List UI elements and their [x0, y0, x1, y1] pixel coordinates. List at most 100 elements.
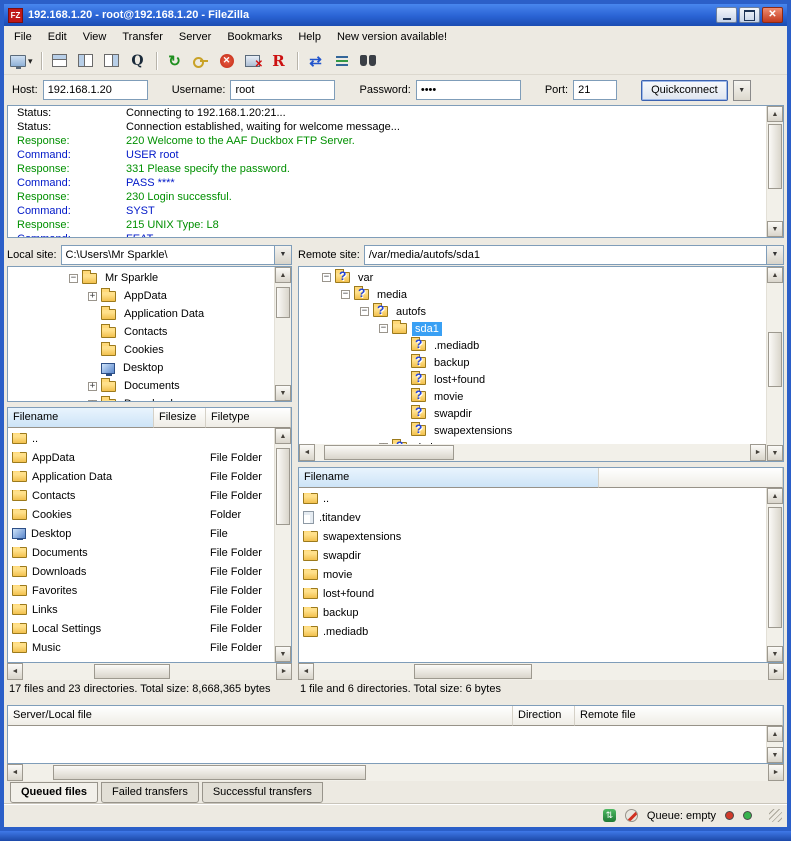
expand-icon[interactable]: [88, 382, 97, 391]
file-row[interactable]: MusicFile Folder: [8, 638, 274, 657]
file-row[interactable]: FavoritesFile Folder: [8, 581, 274, 600]
column-header-server-local-file[interactable]: Server/Local file: [8, 706, 513, 726]
remote-list-horizontal-scrollbar[interactable]: [298, 663, 784, 680]
tree-item[interactable]: Downloads: [8, 395, 274, 401]
username-input[interactable]: [230, 80, 335, 100]
find-files-button[interactable]: [356, 50, 380, 72]
scrollbar-track[interactable]: [275, 283, 291, 385]
column-header-direction[interactable]: Direction: [513, 706, 575, 726]
scroll-up-button[interactable]: [275, 428, 291, 444]
tree-item[interactable]: swapextensions: [299, 422, 766, 439]
file-row[interactable]: .titandev: [299, 508, 766, 527]
synchronized-browsing-button[interactable]: [330, 50, 354, 72]
file-row[interactable]: DownloadsFile Folder: [8, 562, 274, 581]
port-input[interactable]: [573, 80, 617, 100]
combo-dropdown-icon[interactable]: [274, 246, 291, 264]
expand-icon[interactable]: [88, 292, 97, 301]
remote-tree-vertical-scrollbar[interactable]: [766, 267, 783, 461]
scroll-down-button[interactable]: [767, 445, 783, 461]
menu-server[interactable]: Server: [171, 28, 219, 46]
scrollbar-track[interactable]: [23, 663, 276, 680]
tree-item[interactable]: swapdir: [299, 405, 766, 422]
collapse-icon[interactable]: [322, 273, 331, 282]
quickconnect-button[interactable]: Quickconnect: [641, 80, 728, 101]
log-vertical-scrollbar[interactable]: [766, 106, 783, 237]
scrollbar-thumb[interactable]: [768, 124, 782, 189]
menu-file[interactable]: File: [6, 28, 40, 46]
tree-item-selected[interactable]: sda1: [299, 320, 766, 337]
file-row[interactable]: ContactsFile Folder: [8, 486, 274, 505]
toggle-local-tree-button[interactable]: [74, 50, 98, 72]
password-input[interactable]: [416, 80, 521, 100]
tab-successful-transfers[interactable]: Successful transfers: [202, 782, 323, 803]
file-row[interactable]: DesktopFile: [8, 524, 274, 543]
scrollbar-track[interactable]: [275, 444, 291, 646]
directory-comparison-button[interactable]: [304, 50, 328, 72]
tree-item[interactable]: backup: [299, 354, 766, 371]
tree-item[interactable]: movie: [299, 388, 766, 405]
scroll-right-button[interactable]: [768, 764, 784, 781]
scrollbar-track[interactable]: [767, 283, 783, 445]
file-row[interactable]: ..: [8, 429, 274, 448]
queue-vertical-scrollbar[interactable]: [766, 726, 783, 763]
scrollbar-track[interactable]: [767, 742, 783, 747]
scroll-down-button[interactable]: [275, 646, 291, 662]
column-header-filesize[interactable]: Filesize: [154, 408, 206, 428]
file-row[interactable]: AppDataFile Folder: [8, 448, 274, 467]
scroll-up-button[interactable]: [767, 488, 783, 504]
scroll-up-button[interactable]: [767, 106, 783, 122]
remote-site-combobox[interactable]: /var/media/autofs/sda1: [364, 245, 784, 265]
title-bar[interactable]: 192.168.1.20 - root@192.168.1.20 - FileZ…: [4, 4, 787, 26]
collapse-icon[interactable]: [69, 274, 78, 283]
scroll-down-button[interactable]: [767, 747, 783, 763]
tree-item[interactable]: Contacts: [8, 323, 274, 341]
tab-queued-files[interactable]: Queued files: [10, 782, 98, 803]
scroll-right-button[interactable]: [276, 663, 292, 680]
scroll-up-button[interactable]: [275, 267, 291, 283]
menu-new-version[interactable]: New version available!: [329, 28, 455, 46]
scrollbar-thumb[interactable]: [414, 664, 532, 679]
queue-horizontal-scrollbar[interactable]: [7, 764, 784, 781]
collapse-icon[interactable]: [360, 307, 369, 316]
menu-help[interactable]: Help: [290, 28, 329, 46]
scroll-left-button[interactable]: [298, 663, 314, 680]
local-list-vertical-scrollbar[interactable]: [274, 428, 291, 662]
column-header-remote-file[interactable]: Remote file: [575, 706, 783, 726]
datatype-icon[interactable]: [603, 809, 616, 822]
file-row[interactable]: .mediadb: [299, 622, 766, 641]
site-manager-button[interactable]: [8, 50, 35, 72]
maximize-button[interactable]: [739, 7, 760, 23]
scrollbar-track[interactable]: [23, 764, 768, 781]
scrollbar-track[interactable]: [314, 663, 768, 680]
close-button[interactable]: [762, 7, 783, 23]
file-row[interactable]: lost+found: [299, 584, 766, 603]
process-queue-button[interactable]: [189, 50, 213, 72]
combo-dropdown-icon[interactable]: [766, 246, 783, 264]
column-header-filename[interactable]: Filename: [8, 408, 154, 428]
remote-tree-horizontal-scrollbar[interactable]: [299, 444, 766, 461]
file-row[interactable]: swapdir: [299, 546, 766, 565]
remote-list-vertical-scrollbar[interactable]: [766, 488, 783, 662]
scroll-right-button[interactable]: [750, 444, 766, 461]
toggle-remote-tree-button[interactable]: [100, 50, 124, 72]
tree-item[interactable]: Documents: [8, 377, 274, 395]
file-row[interactable]: CookiesFolder: [8, 505, 274, 524]
disconnect-button[interactable]: [241, 50, 265, 72]
scrollbar-thumb[interactable]: [276, 287, 290, 318]
scroll-left-button[interactable]: [7, 663, 23, 680]
column-header-filetype[interactable]: Filetype: [206, 408, 291, 428]
menu-view[interactable]: View: [75, 28, 115, 46]
transfer-queue-list[interactable]: [7, 726, 784, 764]
collapse-icon[interactable]: [341, 290, 350, 299]
file-row[interactable]: DocumentsFile Folder: [8, 543, 274, 562]
tree-item[interactable]: AppData: [8, 287, 274, 305]
file-row[interactable]: swapextensions: [299, 527, 766, 546]
scrollbar-thumb[interactable]: [768, 332, 782, 387]
file-row[interactable]: LinksFile Folder: [8, 600, 274, 619]
column-header-filename[interactable]: Filename: [299, 468, 599, 488]
file-row[interactable]: Local SettingsFile Folder: [8, 619, 274, 638]
toggle-message-log-button[interactable]: [48, 50, 72, 72]
cancel-button[interactable]: [215, 50, 239, 72]
host-input[interactable]: [43, 80, 148, 100]
scroll-right-button[interactable]: [768, 663, 784, 680]
